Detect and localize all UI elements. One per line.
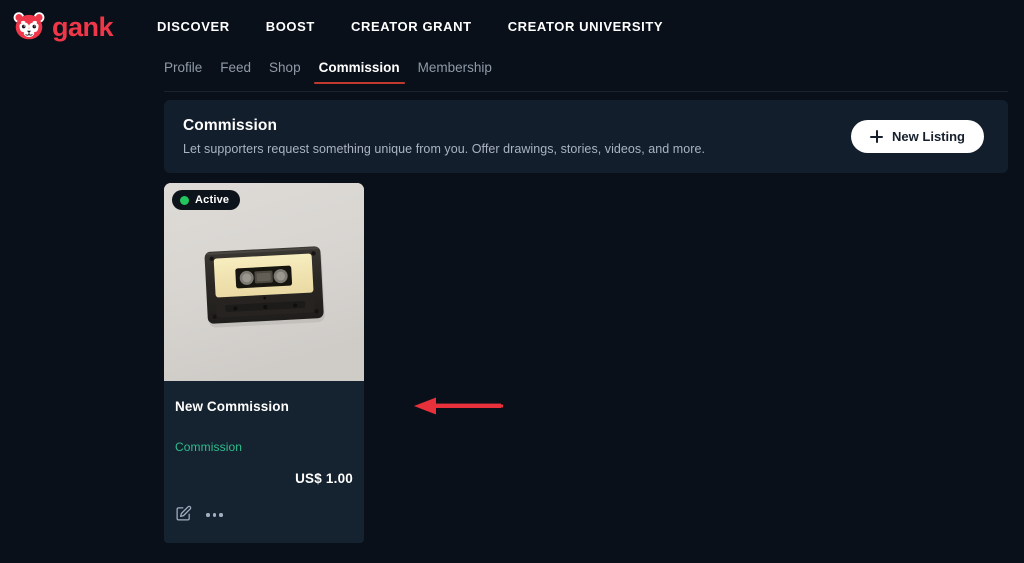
status-badge: Active [172, 190, 241, 210]
brand-wordmark: gank [52, 11, 114, 42]
tab-feed[interactable]: Feed [211, 60, 260, 84]
new-listing-button-label: New Listing [892, 129, 965, 144]
more-options-icon [206, 508, 223, 522]
tab-profile[interactable]: Profile [164, 60, 211, 84]
tab-shop[interactable]: Shop [260, 60, 310, 84]
listing-price: US$ 1.00 [295, 471, 353, 486]
plus-icon [870, 130, 884, 143]
nav-link-creator-grant[interactable]: CREATOR GRANT [351, 13, 472, 40]
edit-listing-button[interactable] [175, 505, 192, 525]
nav-link-boost[interactable]: BOOST [266, 13, 315, 40]
page-title: Commission [183, 117, 278, 134]
tab-list: Profile Feed Shop Commission Membership [164, 60, 501, 84]
commission-banner-text: Commission Let supporters request someth… [183, 117, 705, 156]
top-navigation-bar: gank DISCOVER BOOST CREATOR GRANT CREATO… [0, 0, 1024, 52]
new-listing-button[interactable]: New Listing [851, 120, 984, 153]
cassette-tape-photo [164, 183, 364, 381]
page-subtitle: Let supporters request something unique … [183, 142, 705, 156]
listing-actions [175, 505, 223, 525]
nav-link-discover[interactable]: DISCOVER [157, 13, 230, 40]
sub-tab-bar: Profile Feed Shop Commission Membership [0, 52, 1024, 92]
tab-bar-divider [164, 91, 1008, 92]
listing-details: New Commission Commission US$ 1.00 [164, 381, 364, 543]
tab-membership[interactable]: Membership [409, 60, 501, 84]
listing-type-tag: Commission [175, 440, 243, 454]
listing-title: New Commission [175, 399, 289, 414]
listing-thumbnail[interactable]: Active [164, 183, 364, 381]
status-dot-icon [180, 195, 189, 205]
annotation-arrow-icon [414, 397, 503, 415]
tab-commission[interactable]: Commission [310, 60, 409, 84]
edit-pencil-icon [175, 505, 192, 525]
nav-link-creator-university[interactable]: CREATOR UNIVERSITY [508, 13, 664, 40]
brand-logo[interactable]: gank [12, 9, 114, 43]
red-panda-logo-icon [12, 9, 46, 43]
status-badge-label: Active [195, 194, 230, 206]
primary-nav: DISCOVER BOOST CREATOR GRANT CREATOR UNI… [157, 13, 663, 40]
listing-more-options-button[interactable] [206, 508, 223, 522]
commission-banner: Commission Let supporters request someth… [164, 100, 1008, 173]
commission-listing-card[interactable]: Active New Commission Commission US$ 1.0… [164, 183, 364, 543]
